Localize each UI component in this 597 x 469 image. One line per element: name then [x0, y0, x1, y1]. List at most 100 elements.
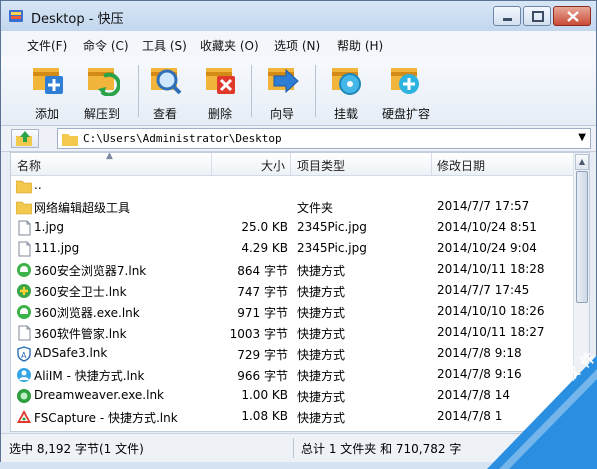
disk-expand-icon: [391, 68, 419, 94]
window-title: Desktop - 快压: [31, 12, 124, 27]
folder-icon: [62, 134, 78, 146]
maximize-button[interactable]: [523, 6, 551, 26]
file-type: 文件夹: [297, 201, 334, 215]
file-name: 360安全浏览器7.lnk: [34, 264, 147, 278]
address-input[interactable]: C:\Users\Administrator\Desktop ▼: [57, 128, 591, 149]
browser-green-icon: [17, 263, 31, 277]
table-row[interactable]: 111.jpg 4.29 KB 2345Pic.jpg 2014/10/24 9:04: [11, 238, 573, 259]
file-icon: [18, 325, 31, 341]
add-label: 添加: [34, 107, 59, 121]
file-name: 111.jpg: [34, 241, 80, 255]
file-size: 971 字节: [237, 306, 288, 320]
column-size[interactable]: 大小: [261, 157, 285, 174]
file-size: 864 字节: [237, 264, 288, 278]
file-type: 快捷方式: [297, 306, 346, 320]
delete-label: 删除: [207, 107, 232, 121]
capture-icon: [17, 410, 31, 423]
chevron-down-icon[interactable]: ▼: [578, 132, 586, 143]
menu-options[interactable]: 选项 (N): [274, 37, 320, 54]
extract-icon: [88, 68, 120, 96]
up-folder-icon: [16, 131, 32, 146]
disk-expand-label: 硬盘扩容: [381, 107, 430, 121]
status-separator: [293, 438, 294, 458]
file-name: 1.jpg: [34, 220, 65, 234]
toolbar: 添加 解压到 查看 删除 向导 挂载 硬盘扩容: [1, 57, 596, 126]
file-type: 快捷方式: [297, 411, 346, 425]
scroll-up-icon[interactable]: ▲: [575, 154, 589, 170]
svg-text:A: A: [21, 351, 27, 360]
file-date: 2014/7/7 17:57: [437, 199, 530, 213]
file-type: 2345Pic.jpg: [297, 241, 367, 255]
status-selection: 选中 8,192 字节(1 文件): [9, 442, 144, 456]
column-separator[interactable]: [211, 153, 212, 175]
column-separator[interactable]: [290, 153, 291, 175]
file-type: 快捷方式: [297, 327, 346, 341]
minimize-icon: [503, 18, 512, 21]
table-row[interactable]: ..: [11, 175, 573, 196]
disk-expand-button[interactable]: 硬盘扩容: [376, 60, 436, 122]
table-row[interactable]: 360安全浏览器7.lnk 864 字节 快捷方式 2014/10/11 18:28: [11, 259, 573, 280]
file-size: 1003 字节: [229, 327, 288, 341]
mount-disk-icon: [332, 68, 361, 95]
up-folder-button[interactable]: [11, 129, 39, 148]
list-header: ▲ 名称 大小 项目类型 修改日期: [11, 153, 573, 176]
close-icon: [567, 11, 579, 22]
green-circle-icon: [17, 389, 31, 403]
extract-label: 解压到: [83, 107, 120, 121]
file-size: 966 字节: [237, 369, 288, 383]
file-date: 2014/10/11 18:28: [437, 262, 545, 276]
maximize-icon: [532, 11, 544, 22]
add-button[interactable]: 添加: [20, 60, 74, 122]
close-button[interactable]: [553, 6, 591, 26]
wizard-button[interactable]: 向导: [255, 60, 309, 122]
menu-file[interactable]: 文件(F): [27, 37, 67, 54]
column-separator[interactable]: [431, 153, 432, 175]
view-magnifier-icon: [151, 68, 182, 95]
file-name: 360安全卫士.lnk: [34, 285, 127, 299]
folder-icon: [16, 180, 32, 194]
address-bar: C:\Users\Administrator\Desktop ▼: [1, 126, 596, 152]
mount-button[interactable]: 挂载: [319, 60, 373, 122]
file-name: Dreamweaver.exe.lnk: [34, 388, 165, 402]
toolbar-separator: [315, 65, 316, 117]
view-button[interactable]: 查看: [138, 60, 192, 122]
menu-command[interactable]: 命令 (C): [83, 37, 129, 54]
delete-icon: [206, 68, 235, 94]
menu-bar: 文件(F) 命令 (C) 工具 (S) 收藏夹 (O) 选项 (N) 帮助 (H…: [1, 31, 596, 58]
file-date: 2014/10/24 8:51: [437, 220, 537, 234]
browser-green-icon: [17, 305, 31, 319]
folder-icon: [16, 201, 32, 215]
file-size: 1.08 KB: [241, 409, 288, 423]
table-row[interactable]: 360安全卫士.lnk 747 字节 快捷方式 2014/7/7 17:45: [11, 280, 573, 301]
sort-ascending-icon: ▲: [106, 152, 113, 161]
menu-tools[interactable]: 工具 (S): [142, 37, 187, 54]
add-archive-icon: [33, 68, 63, 94]
file-size: 729 字节: [237, 348, 288, 362]
toolbar-separator: [251, 65, 252, 117]
column-type[interactable]: 项目类型: [297, 157, 345, 174]
delete-button[interactable]: 删除: [193, 60, 247, 122]
file-size: 25.0 KB: [241, 220, 288, 234]
file-name: AliIM - 快捷方式.lnk: [34, 369, 145, 383]
extract-button[interactable]: 解压到: [75, 60, 129, 122]
address-path: C:\Users\Administrator\Desktop: [83, 132, 282, 145]
file-name: ..: [34, 178, 42, 192]
person-icon: [17, 368, 31, 382]
file-date: 2014/10/24 9:04: [437, 241, 537, 255]
file-name: 360软件管家.lnk: [34, 327, 127, 341]
table-row[interactable]: 1.jpg 25.0 KB 2345Pic.jpg 2014/10/24 8:51: [11, 217, 573, 238]
menu-favorites[interactable]: 收藏夹 (O): [200, 37, 259, 54]
file-date: 2014/7/7 17:45: [437, 283, 530, 297]
file-type: 快捷方式: [297, 369, 346, 383]
scroll-thumb[interactable]: [576, 171, 588, 303]
menu-help[interactable]: 帮助 (H): [337, 37, 383, 54]
file-type: 2345Pic.jpg: [297, 220, 367, 234]
file-size: 4.29 KB: [241, 241, 288, 255]
table-row[interactable]: 网络编辑超级工具 文件夹 2014/7/7 17:57: [11, 196, 573, 217]
wizard-arrow-icon: [268, 68, 299, 94]
title-bar[interactable]: Desktop - 快压: [1, 1, 596, 31]
mount-label: 挂载: [333, 107, 358, 121]
column-date[interactable]: 修改日期: [437, 157, 485, 174]
minimize-button[interactable]: [493, 6, 521, 26]
column-name[interactable]: 名称: [17, 157, 41, 174]
